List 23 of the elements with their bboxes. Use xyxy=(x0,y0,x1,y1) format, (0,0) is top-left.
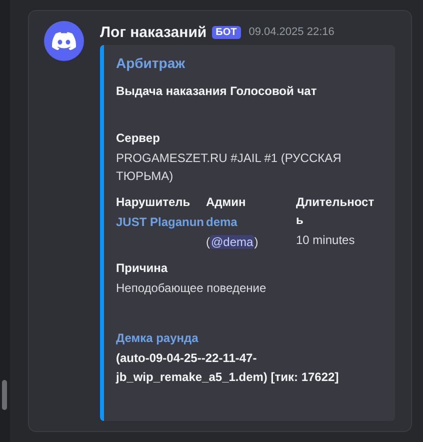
bot-tag: БОТ xyxy=(212,26,241,38)
field-text: ) xyxy=(254,235,258,249)
field-text: ( xyxy=(206,235,210,249)
field-text: PROGAMESZET.RU #JAIL #1 (РУССКАЯ ТЮРЬМА) xyxy=(116,151,342,183)
timestamp: 09.04.2025 22:16 xyxy=(248,26,334,38)
author-name[interactable]: Лог наказаний xyxy=(100,24,207,40)
field-name: Сервер xyxy=(116,130,161,147)
scrollbar-thumb[interactable] xyxy=(2,380,7,410)
field-name: Причина xyxy=(116,260,169,277)
field-name: Длительность xyxy=(296,194,376,229)
field-name: Нарушитель xyxy=(116,194,192,211)
field-name[interactable]: Демка раунда xyxy=(116,329,376,347)
avatar[interactable] xyxy=(44,21,84,61)
user-mention[interactable]: @dema xyxy=(210,235,254,249)
field-text: (auto-09-04-25--22-11-47-jb_wip_remake_a5_1.dem) [тик: 17622] xyxy=(116,351,339,384)
field-text: 10 minutes xyxy=(296,233,355,247)
user-link[interactable]: JUST Plaganun xyxy=(116,213,204,231)
embed-description: Выдача наказания Голосовой чат xyxy=(116,84,318,98)
game-controller-icon xyxy=(52,32,76,50)
embed-title: Арбитраж xyxy=(116,55,186,71)
field-text: Неподобающее поведение xyxy=(116,281,266,295)
user-link[interactable]: dema xyxy=(206,213,238,231)
field-name: Админ xyxy=(206,194,247,211)
